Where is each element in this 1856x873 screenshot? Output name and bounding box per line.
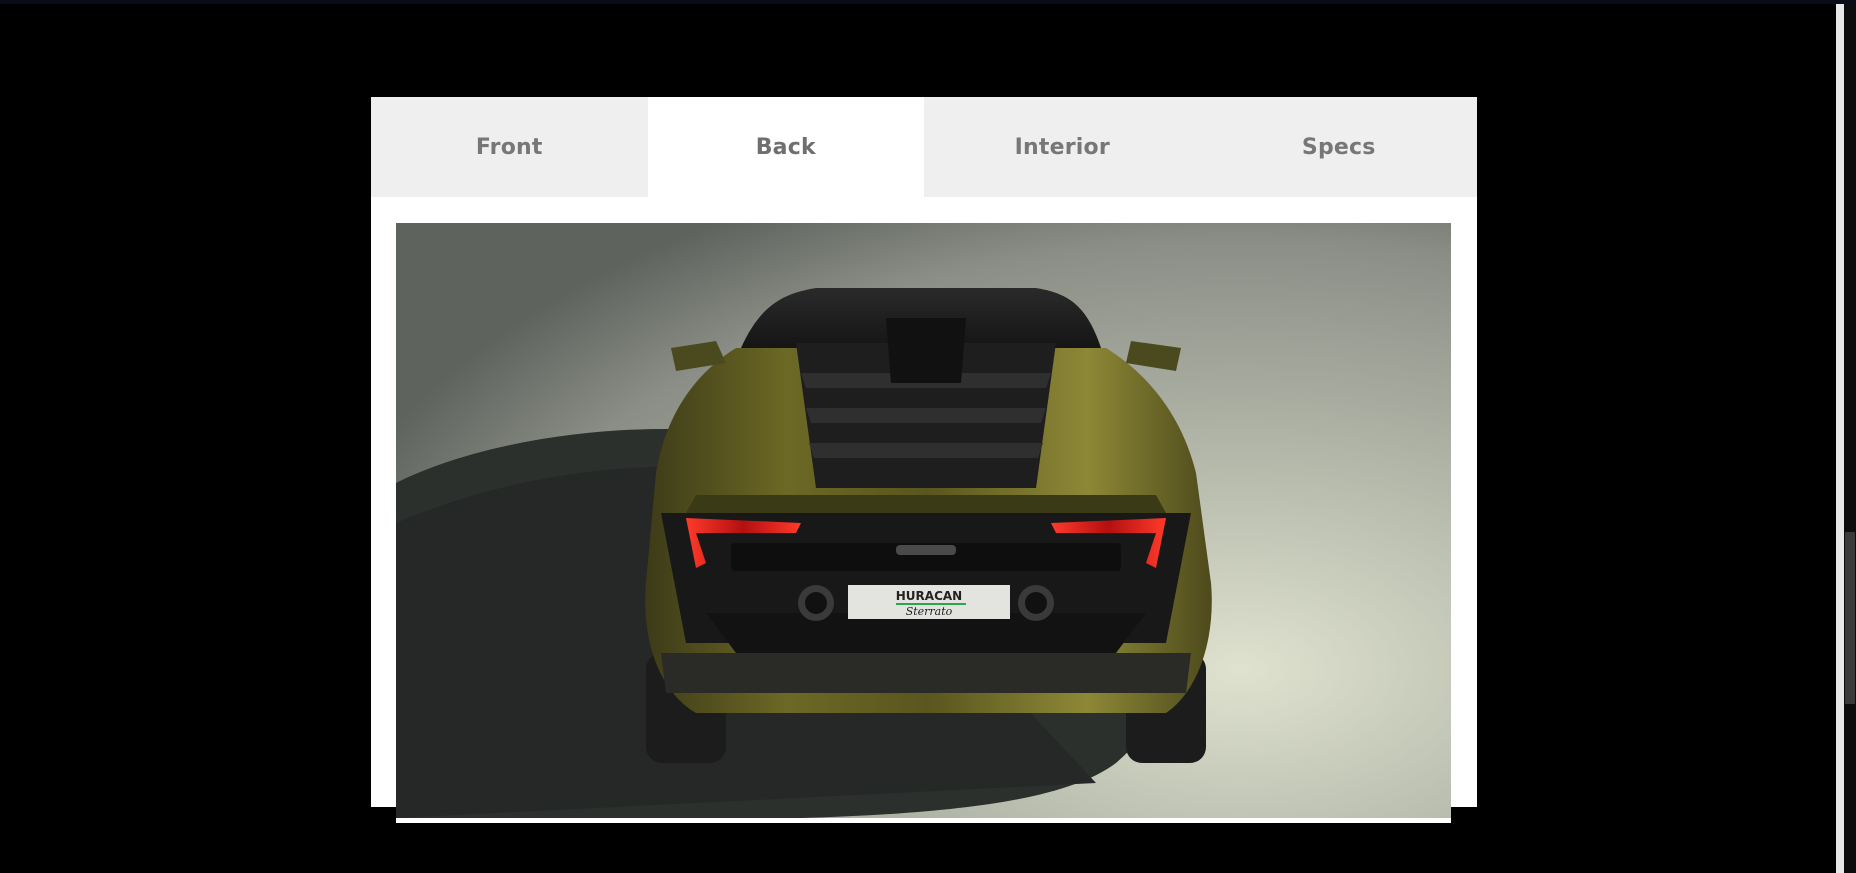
tab-specs[interactable]: Specs [1200, 97, 1477, 197]
tab-interior[interactable]: Interior [924, 97, 1201, 197]
tab-front[interactable]: Front [371, 97, 648, 197]
vehicle-gallery-modal: Front Back Interior Specs HURACAN Sterra… [371, 97, 1477, 823]
page-right-edge [1836, 4, 1844, 873]
scrollbar-thumb[interactable] [1845, 532, 1855, 704]
gallery-tabs: Front Back Interior Specs [371, 97, 1477, 197]
plate-model-text: HURACAN [896, 589, 962, 603]
car-rear-image: HURACAN Sterrato [396, 223, 1451, 818]
tab-back[interactable]: Back [647, 97, 924, 197]
plate-variant-text: Sterrato [906, 605, 953, 618]
gallery-image-frame: HURACAN Sterrato [396, 223, 1451, 823]
page-backdrop: Front Back Interior Specs HURACAN Sterra… [0, 0, 1856, 873]
page-scrollbar[interactable] [1844, 4, 1856, 873]
